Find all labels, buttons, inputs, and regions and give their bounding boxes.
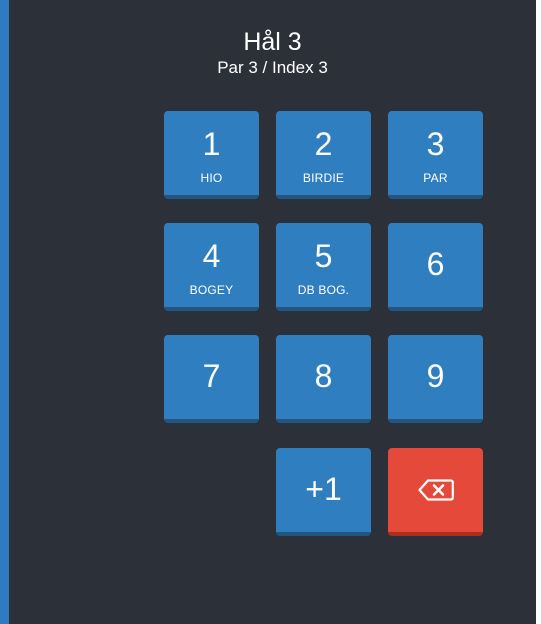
hole-header: Hål 3 Par 3 / Index 3 [9, 28, 536, 78]
score-key-number: 3 [426, 126, 445, 162]
backspace-icon [418, 479, 454, 501]
score-key-number: 8 [314, 358, 333, 394]
hole-par-index: Par 3 / Index 3 [217, 58, 328, 77]
score-key-9[interactable]: 9 [388, 335, 483, 423]
score-key-5[interactable]: 5 DB BOG. [276, 223, 371, 311]
score-key-label: DB BOG. [297, 283, 350, 297]
score-key-number: 4 [202, 238, 221, 274]
score-key-number: 6 [426, 246, 445, 282]
score-key-label: BOGEY [189, 283, 234, 297]
score-key-label: PAR [423, 171, 448, 185]
score-key-number: 1 [202, 126, 221, 162]
score-key-number: 7 [202, 358, 221, 394]
score-key-number: 9 [426, 358, 445, 394]
score-key-1[interactable]: 1 HIO [164, 111, 259, 199]
score-key-number: +1 [305, 471, 342, 507]
score-key-4[interactable]: 4 BOGEY [164, 223, 259, 311]
score-key-plus-one[interactable]: +1 [276, 448, 371, 536]
score-key-3[interactable]: 3 PAR [388, 111, 483, 199]
score-key-number: 5 [314, 238, 333, 274]
score-key-number: 2 [314, 126, 333, 162]
score-entry-screen: Hål 3 Par 3 / Index 3 1 HIO 2 BIRDIE 3 P… [0, 0, 541, 624]
score-panel: Hål 3 Par 3 / Index 3 1 HIO 2 BIRDIE 3 P… [9, 0, 536, 624]
score-key-8[interactable]: 8 [276, 335, 371, 423]
delete-button[interactable] [388, 448, 483, 536]
left-edge-bar [0, 0, 9, 624]
score-key-label: HIO [200, 171, 223, 185]
hole-title: Hål 3 [243, 28, 302, 56]
score-key-7[interactable]: 7 [164, 335, 259, 423]
score-key-6[interactable]: 6 [388, 223, 483, 311]
score-key-2[interactable]: 2 BIRDIE [276, 111, 371, 199]
score-key-label: BIRDIE [302, 171, 345, 185]
